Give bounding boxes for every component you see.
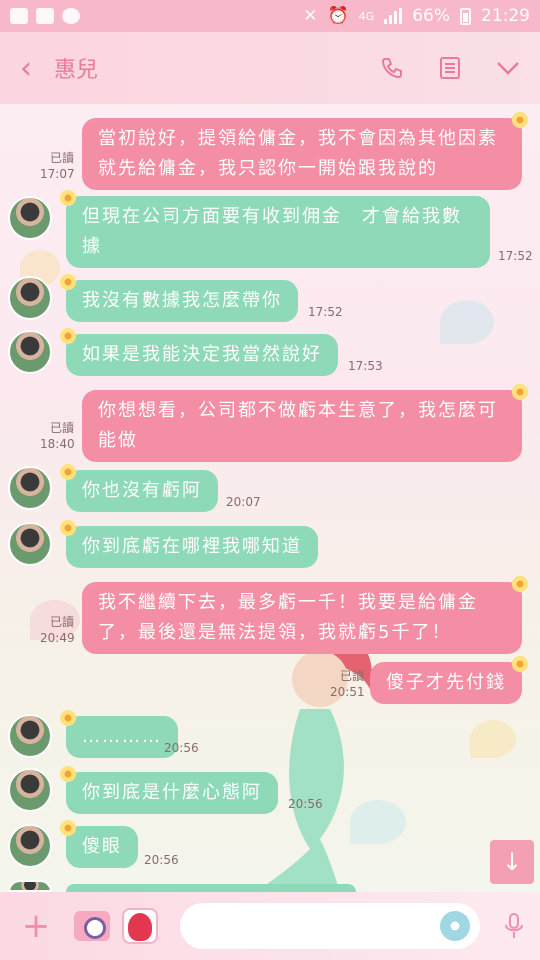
avatar[interactable]	[8, 276, 52, 320]
emoji-icon[interactable]	[440, 911, 470, 941]
chat-header: ‹ 惠兒	[0, 32, 540, 104]
avatar[interactable]	[8, 880, 52, 892]
chat-title: 惠兒	[54, 58, 99, 83]
message-time: 20:56	[288, 797, 323, 811]
message-bubble-incoming[interactable]: 我沒有數據我怎麼帶你	[60, 274, 298, 322]
message-bubble-incoming[interactable]: 傻眼	[60, 820, 138, 868]
flower-decoration	[512, 656, 528, 672]
flower-decoration	[512, 112, 528, 128]
clock: 21:29	[481, 6, 530, 26]
scroll-to-bottom-button[interactable]: ↓	[490, 840, 534, 884]
read-receipt: 已讀 18:40	[40, 421, 75, 451]
flower-decoration	[512, 576, 528, 592]
plus-icon[interactable]: +	[18, 906, 54, 946]
camera-icon[interactable]	[74, 911, 110, 941]
microphone-icon[interactable]	[496, 908, 532, 944]
read-receipt: 已讀 17:07	[40, 151, 75, 181]
message-bubble-incoming[interactable]: 你也沒有虧阿	[60, 464, 218, 512]
message-time: 17:52	[498, 249, 533, 263]
avatar[interactable]	[8, 714, 52, 758]
message-bubble-incoming[interactable]: 但現在公司方面要有收到佣金 才會給我數據	[60, 190, 490, 268]
battery-percent: 66%	[412, 6, 450, 26]
flower-decoration	[60, 766, 76, 782]
alarm-icon: ⏰	[327, 6, 349, 26]
message-input[interactable]	[180, 903, 480, 949]
phone-icon[interactable]	[378, 54, 406, 82]
chevron-down-icon[interactable]	[494, 54, 522, 82]
flower-decoration	[60, 464, 76, 480]
message-time: 20:56	[144, 853, 179, 867]
notes-icon[interactable]	[436, 54, 464, 82]
message-time: 17:53	[348, 359, 383, 373]
arrow-down-icon: ↓	[501, 848, 523, 876]
message-bubble-outgoing[interactable]: 當初說好，提領給傭金，我不會因為其他因素就先給傭金，我只認你一開始跟我說的	[82, 112, 528, 190]
avatar[interactable]	[8, 522, 52, 566]
flower-decoration	[512, 384, 528, 400]
input-bar: +	[0, 892, 540, 960]
avatar[interactable]	[8, 466, 52, 510]
message-bubble-outgoing[interactable]: 傻子才先付錢	[370, 656, 528, 704]
gallery-icon	[36, 8, 54, 24]
battery-icon	[460, 7, 471, 25]
flower-decoration	[60, 274, 76, 290]
avatar[interactable]	[8, 196, 52, 240]
flower-decoration	[60, 328, 76, 344]
message-bubble-incoming[interactable]: …………	[60, 710, 178, 758]
message-bubble-incoming[interactable]: 你到底是什麼心態阿	[60, 766, 278, 814]
flower-decoration	[60, 820, 76, 836]
avatar[interactable]	[8, 768, 52, 812]
flower-decoration	[60, 520, 76, 536]
message-bubble-outgoing[interactable]: 你想想看，公司都不做虧本生意了，我怎麼可能做	[82, 384, 528, 462]
avatar[interactable]	[8, 824, 52, 868]
message-bubble-incoming	[66, 884, 356, 892]
network-label: 4G	[358, 9, 375, 23]
mute-icon: ✕	[303, 6, 318, 26]
message-bubble-outgoing[interactable]: 我不繼續下去，最多虧一千！我要是給傭金了，最後還是無法提領，我就虧5千了！	[82, 576, 528, 654]
status-bar: ✕ ⏰ 4G 66% 21:29	[0, 0, 540, 32]
message-time: 20:07	[226, 495, 261, 509]
signal-icon	[384, 8, 403, 24]
read-receipt: 已讀 20:49	[40, 615, 75, 645]
message-time: 17:52	[308, 305, 343, 319]
line-app-icon	[10, 8, 28, 24]
chevron-left-icon[interactable]: ‹	[4, 46, 48, 90]
flower-decoration	[60, 190, 76, 206]
message-time: 20:56	[164, 741, 199, 755]
flower-decoration	[60, 710, 76, 726]
read-receipt: 已讀 20:51	[330, 669, 365, 699]
avatar[interactable]	[8, 330, 52, 374]
message-bubble-incoming[interactable]: 你到底虧在哪裡我哪知道	[60, 520, 318, 568]
facebook-icon	[62, 8, 80, 24]
sticker-icon[interactable]	[122, 908, 158, 944]
chat-area[interactable]: 已讀 17:07 當初說好，提領給傭金，我不會因為其他因素就先給傭金，我只認你一開…	[0, 104, 540, 929]
message-bubble-incoming[interactable]: 如果是我能決定我當然說好	[60, 328, 338, 376]
